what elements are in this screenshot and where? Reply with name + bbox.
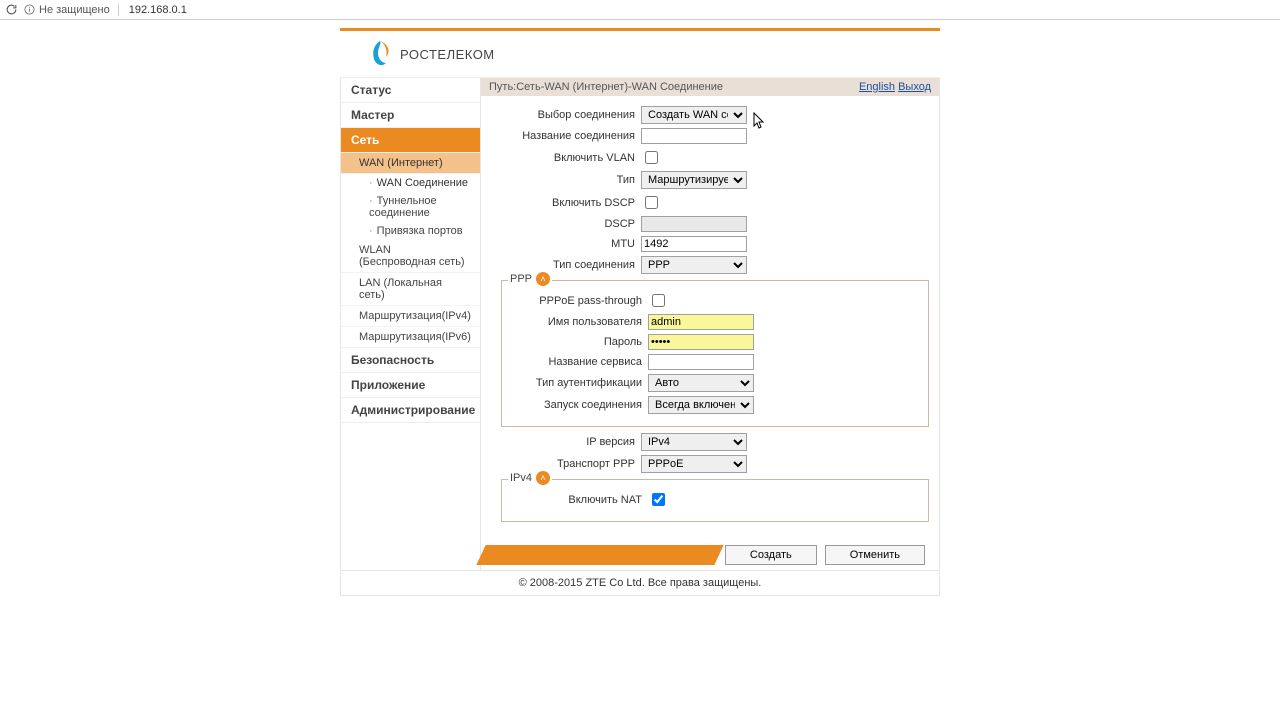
- nav-network[interactable]: Сеть: [341, 128, 480, 153]
- label-dial-mode: Запуск соединения: [508, 399, 648, 411]
- nav-application[interactable]: Приложение: [341, 373, 480, 398]
- collapse-icon[interactable]: ˄: [536, 272, 550, 286]
- nav-security[interactable]: Безопасность: [341, 348, 480, 373]
- insecure-text: Не защищено: [39, 4, 110, 16]
- label-ppp-transport: Транспорт PPP: [491, 458, 641, 470]
- label-connection-name: Название соединения: [491, 130, 641, 142]
- reload-icon[interactable]: [4, 3, 18, 17]
- decorative-stripe: [476, 545, 723, 565]
- logout-link[interactable]: Выход: [898, 81, 931, 93]
- label-type: Тип: [491, 174, 641, 186]
- label-conn-type: Тип соединения: [491, 259, 641, 271]
- breadcrumb-bar: Путь:Сеть-WAN (Интернет)-WAN Соединение …: [481, 78, 939, 96]
- collapse-icon[interactable]: ˄: [536, 471, 550, 485]
- lang-link[interactable]: English: [859, 81, 895, 93]
- label-ppp-passthrough: PPPoE pass-through: [508, 295, 648, 307]
- label-enable-dscp: Включить DSCP: [491, 197, 641, 209]
- info-icon: [24, 4, 35, 15]
- nav-admin[interactable]: Администрирование: [341, 398, 480, 423]
- label-enable-vlan: Включить VLAN: [491, 152, 641, 164]
- rostelecom-icon: [368, 39, 392, 69]
- insecure-indicator: Не защищено: [24, 4, 119, 16]
- brand-text: РОСТЕЛЕКОМ: [400, 47, 495, 62]
- ppp-legend: PPP: [510, 273, 532, 285]
- main-panel: Путь:Сеть-WAN (Интернет)-WAN Соединение …: [481, 78, 939, 570]
- nav-wlan[interactable]: WLAN (Беспроводная сеть): [341, 240, 480, 273]
- path-prefix: Путь:: [489, 81, 516, 93]
- input-dscp: [641, 216, 747, 232]
- breadcrumb: Сеть-WAN (Интернет)-WAN Соединение: [516, 81, 723, 93]
- footer-text: © 2008-2015 ZTE Co Ltd. Все права защище…: [340, 570, 940, 596]
- input-password[interactable]: [648, 334, 754, 350]
- nav-wan[interactable]: WAN (Интернет): [341, 153, 480, 174]
- input-connection-name[interactable]: [641, 128, 747, 144]
- select-ip-version[interactable]: IPv4: [641, 433, 747, 451]
- nav-lan[interactable]: LAN (Локальная сеть): [341, 273, 480, 306]
- brand-logo: РОСТЕЛЕКОМ: [368, 39, 495, 69]
- select-auth-type[interactable]: Авто: [648, 374, 754, 392]
- page-container: РОСТЕЛЕКОМ Статус Мастер Сеть WAN (Интер…: [340, 20, 940, 596]
- cancel-button[interactable]: Отменить: [825, 545, 925, 565]
- ppp-section: PPP ˄ PPPoE pass-through Имя пользовател…: [501, 280, 929, 427]
- header: РОСТЕЛЕКОМ: [340, 28, 940, 78]
- label-dscp: DSCP: [491, 218, 641, 230]
- label-mtu: MTU: [491, 238, 641, 250]
- label-enable-nat: Включить NAT: [508, 494, 648, 506]
- create-button[interactable]: Создать: [725, 545, 817, 565]
- action-bar: Создать Отменить: [481, 540, 939, 570]
- nav-status[interactable]: Статус: [341, 78, 480, 103]
- input-username[interactable]: [648, 314, 754, 330]
- select-type[interactable]: Маршрутизируемо: [641, 171, 747, 189]
- url-text: 192.168.0.1: [125, 4, 187, 16]
- nav-wizard[interactable]: Мастер: [341, 103, 480, 128]
- nav-wan-connection[interactable]: WAN Соединение: [341, 174, 480, 192]
- select-ppp-transport[interactable]: PPPoE: [641, 455, 747, 473]
- ipv4-section: IPv4 ˄ Включить NAT: [501, 479, 929, 522]
- label-username: Имя пользователя: [508, 316, 648, 328]
- checkbox-dscp[interactable]: [645, 196, 658, 209]
- sidebar: Статус Мастер Сеть WAN (Интернет) WAN Со…: [341, 78, 481, 570]
- select-dial-mode[interactable]: Всегда включено: [648, 396, 754, 414]
- checkbox-nat[interactable]: [652, 493, 665, 506]
- select-connection[interactable]: Создать WAN соед: [641, 106, 747, 124]
- input-service-name[interactable]: [648, 354, 754, 370]
- nav-tunnel[interactable]: Туннельное соединение: [341, 192, 480, 222]
- label-select-connection: Выбор соединения: [491, 109, 641, 121]
- checkbox-ppp-passthrough[interactable]: [652, 294, 665, 307]
- checkbox-vlan[interactable]: [645, 151, 658, 164]
- nav-routing-ipv6[interactable]: Маршрутизация(IPv6): [341, 327, 480, 348]
- label-ip-version: IP версия: [491, 436, 641, 448]
- nav-routing-ipv4[interactable]: Маршрутизация(IPv4): [341, 306, 480, 327]
- form-area: Выбор соединения Создать WAN соед Назван…: [481, 96, 939, 532]
- browser-address-bar: Не защищено 192.168.0.1: [0, 0, 1280, 20]
- nav-port-binding[interactable]: Привязка портов: [341, 222, 480, 240]
- input-mtu[interactable]: [641, 236, 747, 252]
- label-auth-type: Тип аутентификации: [508, 377, 648, 389]
- ipv4-legend: IPv4: [510, 472, 532, 484]
- select-conn-type[interactable]: PPP: [641, 256, 747, 274]
- label-service-name: Название сервиса: [508, 356, 648, 368]
- label-password: Пароль: [508, 336, 648, 348]
